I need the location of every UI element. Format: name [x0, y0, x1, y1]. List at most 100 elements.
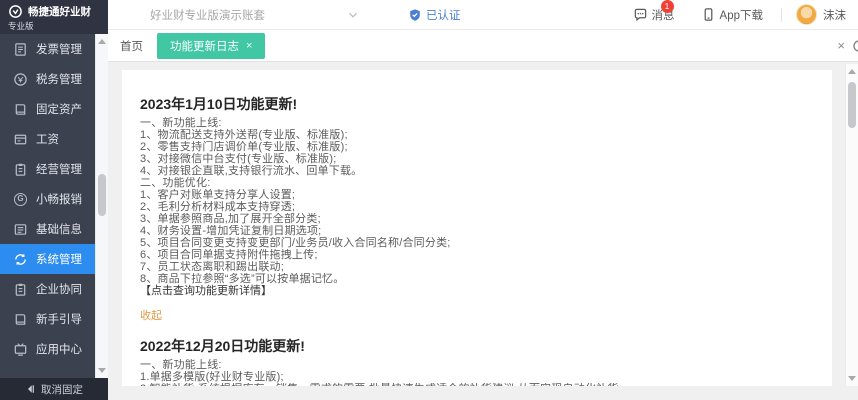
- shield-check-icon: [408, 8, 422, 22]
- content-area: 2023年1月10日功能更新! 一、新功能上线: 1、物流配送支持外送帮(专业版…: [108, 62, 858, 400]
- sidebar-item-system[interactable]: 系统管理: [0, 244, 95, 274]
- sidebar-item-operations[interactable]: 经营管理: [0, 154, 95, 184]
- sidebar-scroll-thumb[interactable]: [98, 174, 106, 216]
- sidebar-item-label: 系统管理: [36, 251, 82, 267]
- main-area: 好业财专业版演示账套 已认证 消息 1 App下载 沫沫: [108, 0, 858, 400]
- tab-update-log[interactable]: 功能更新日志 ×: [157, 33, 265, 59]
- messages-button[interactable]: 消息 1: [633, 7, 675, 23]
- sidebar-item-label: 经营管理: [36, 161, 82, 177]
- app-download-label: App下载: [720, 7, 763, 23]
- sidebar-item-label: 税务管理: [36, 71, 82, 87]
- app-window: 畅捷通好业财 专业版 发票管理 税务管理 固定资产 工资 经营管理 G 小畅报销 …: [0, 0, 858, 400]
- payroll-icon: [13, 132, 28, 147]
- app-download-button[interactable]: App下载: [701, 7, 763, 23]
- log-line: 一、新功能上线:: [140, 359, 812, 371]
- brand-edition: 专业版: [8, 20, 102, 32]
- log-line: 1、客户对账单支持分享人设置;: [140, 189, 812, 201]
- log-line: 4、财务设置-增加凭证复制日期选项;: [140, 225, 812, 237]
- fixed-assets-icon: [13, 102, 28, 117]
- scroll-up-icon[interactable]: [98, 39, 106, 44]
- phone-icon: [701, 7, 716, 22]
- brand-logo: 畅捷通好业财 专业版: [0, 0, 108, 34]
- tab-home[interactable]: 首页: [120, 38, 143, 54]
- sidebar-scrollbar[interactable]: [95, 34, 108, 378]
- tab-label: 功能更新日志: [170, 38, 239, 54]
- message-icon: [633, 7, 648, 22]
- sidebar-item-payroll[interactable]: 工资: [0, 124, 95, 154]
- close-all-tabs-icon[interactable]: ×: [831, 38, 851, 53]
- operations-icon: [13, 162, 28, 177]
- log-section-2023-01-10: 2023年1月10日功能更新! 一、新功能上线: 1、物流配送支持外送帮(专业版…: [140, 96, 812, 324]
- user-menu[interactable]: 沫沫: [796, 4, 846, 25]
- section-title: 2023年1月10日功能更新!: [140, 96, 812, 113]
- basic-info-icon: [13, 222, 28, 237]
- messages-count-badge: 1: [661, 0, 674, 13]
- system-icon: [13, 252, 28, 267]
- update-detail-link[interactable]: 【点击查询功能更新详情】: [140, 285, 812, 297]
- sidebar-item-app-center[interactable]: 应用中心: [0, 334, 95, 364]
- account-selector-value: 好业财专业版演示账套: [150, 7, 265, 23]
- brand-name: 畅捷通好业财: [28, 4, 91, 19]
- log-line: 6、项目合同单据支持附件拖拽上传;: [140, 249, 812, 261]
- sidebar-item-tax[interactable]: 税务管理: [0, 64, 95, 94]
- update-log-panel: 2023年1月10日功能更新! 一、新功能上线: 1、物流配送支持外送帮(专业版…: [122, 70, 832, 386]
- refresh-icon[interactable]: [851, 38, 858, 54]
- sidebar-item-label: 固定资产: [36, 101, 82, 117]
- sidebar-item-label: 发票管理: [36, 41, 82, 57]
- log-line: 8、商品下拉参照“多选”可以按单据记忆。: [140, 273, 812, 285]
- chevron-down-icon: [346, 8, 360, 22]
- sidebar-item-invoice[interactable]: 发票管理: [0, 34, 95, 64]
- tab-close-icon[interactable]: ×: [246, 40, 252, 52]
- scroll-up-icon[interactable]: [848, 69, 856, 74]
- log-line: 7、员工状态离职和踢出联动;: [140, 261, 812, 273]
- content-scrollbar[interactable]: [845, 64, 858, 386]
- sidebar-nav: 发票管理 税务管理 固定资产 工资 经营管理 G 小畅报销 基础信息 系统管理 企…: [0, 34, 95, 378]
- log-line: 4、对接银企直联,支持银行流水、回单下载。: [140, 165, 812, 177]
- avatar: [796, 4, 817, 25]
- sidebar-item-label: 基础信息: [36, 221, 82, 237]
- log-line: 3、单据参照商品,加了展开全部分类;: [140, 213, 812, 225]
- app-center-icon: [13, 342, 28, 357]
- log-line: 1.单据多模版(好业财专业版);: [140, 371, 812, 383]
- log-line: 3、对接微信中台支付(专业版、标准版);: [140, 153, 812, 165]
- log-line: 1、物流配送支持外送帮(专业版、标准版);: [140, 129, 812, 141]
- collaboration-icon: [13, 282, 28, 297]
- content-scroll-thumb[interactable]: [848, 82, 856, 128]
- account-selector[interactable]: 好业财专业版演示账套: [150, 7, 360, 23]
- unpin-label: 取消固定: [41, 382, 83, 397]
- header-divider: [781, 8, 782, 22]
- sidebar-item-guide[interactable]: 新手引导: [0, 304, 95, 334]
- reimburse-icon: G: [13, 192, 28, 207]
- sidebar: 畅捷通好业财 专业版 发票管理 税务管理 固定资产 工资 经营管理 G 小畅报销 …: [0, 0, 108, 400]
- tab-bar: 首页 功能更新日志 × ×: [108, 30, 858, 62]
- log-line: 2、零售支持门店调价单(专业版、标准版);: [140, 141, 812, 153]
- log-line: 2、毛利分析材料成本支持穿透;: [140, 201, 812, 213]
- log-line: 一、新功能上线:: [140, 117, 812, 129]
- sidebar-item-basic-info[interactable]: 基础信息: [0, 214, 95, 244]
- scroll-down-icon[interactable]: [848, 376, 856, 381]
- unpin-sidebar-button[interactable]: 取消固定: [0, 378, 108, 400]
- log-line: 二、功能优化:: [140, 177, 812, 189]
- username: 沫沫: [823, 7, 846, 23]
- sidebar-item-reimburse[interactable]: G 小畅报销: [0, 184, 95, 214]
- sidebar-item-fixed-assets[interactable]: 固定资产: [0, 94, 95, 124]
- top-header: 好业财专业版演示账套 已认证 消息 1 App下载 沫沫: [108, 0, 858, 30]
- sidebar-item-label: 企业协同: [36, 281, 82, 297]
- section-title: 2022年12月20日功能更新!: [140, 338, 812, 355]
- invoice-icon: [13, 42, 28, 57]
- pin-icon: [25, 383, 37, 395]
- scroll-down-icon[interactable]: [98, 368, 106, 373]
- sidebar-item-label: 应用中心: [36, 341, 82, 357]
- log-line: 5、项目合同变更支持变更部门/业务员/收入合同名称/合同分类;: [140, 237, 812, 249]
- collapse-link[interactable]: 收起: [140, 310, 162, 322]
- verified-badge: 已认证: [408, 7, 461, 23]
- log-section-2022-12-20: 2022年12月20日功能更新! 一、新功能上线: 1.单据多模版(好业财专业版…: [140, 338, 812, 386]
- sidebar-item-collaboration[interactable]: 企业协同: [0, 274, 95, 304]
- guide-icon: [13, 312, 28, 327]
- tax-icon: [13, 72, 28, 87]
- sidebar-item-label: 小畅报销: [36, 191, 82, 207]
- log-line: 2.智能补货:系统根据库存、销售、需求的需要,批量快速生成适合的补货建议,从而实…: [140, 383, 812, 386]
- sidebar-item-label: 新手引导: [36, 311, 82, 327]
- sidebar-item-label: 工资: [36, 131, 59, 147]
- verified-label: 已认证: [426, 7, 461, 23]
